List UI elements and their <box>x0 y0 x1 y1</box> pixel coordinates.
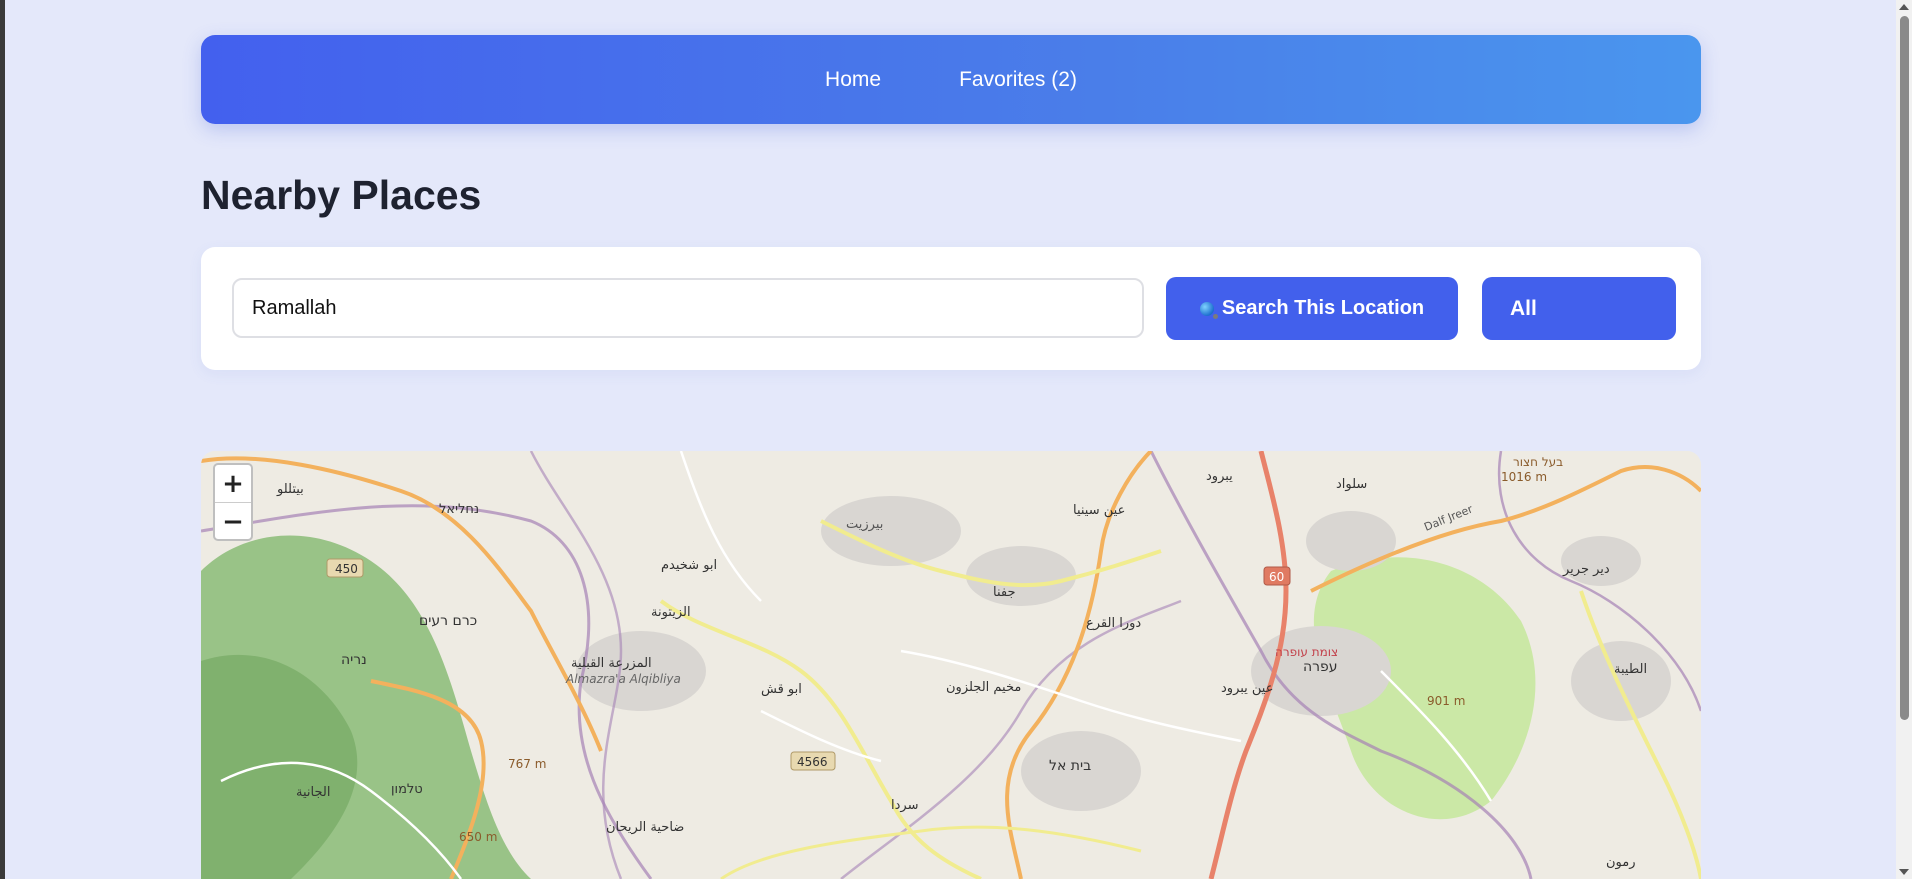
map-label: צומת עופרה <box>1275 645 1338 659</box>
road-shield-4566: 4566 <box>790 751 836 771</box>
zoom-in-button[interactable]: + <box>215 465 251 503</box>
map-label: 60 <box>1269 570 1284 584</box>
road-shield-60: 60 <box>1263 566 1291 586</box>
location-search-input[interactable] <box>232 278 1144 338</box>
map-label: 1016 m <box>1501 470 1547 484</box>
map-label: כרם רעים <box>419 613 477 629</box>
road-shield-450: 450 <box>326 558 364 578</box>
map-label: بيتللو <box>276 482 304 497</box>
top-navbar: Home Favorites (2) <box>201 35 1701 124</box>
map-label: בית אל <box>1049 758 1091 774</box>
map-label: Almazra'a Alqibliya <box>565 672 681 686</box>
map-label: 4566 <box>797 755 828 769</box>
map-label: ضاحية الريحان <box>606 820 684 835</box>
map-label: رمون <box>1606 855 1636 870</box>
scroll-up-arrow-icon[interactable] <box>1899 4 1909 10</box>
nav-favorites-link[interactable]: Favorites (2) <box>959 68 1077 92</box>
search-card: Search This Location All <box>201 247 1701 370</box>
map-zoom-control: + − <box>213 463 253 541</box>
map-label: 767 m <box>508 757 546 771</box>
page-scrollbar[interactable] <box>1896 0 1912 879</box>
map-label: الجانية <box>296 785 330 800</box>
map-label: בעל חצור <box>1513 455 1563 469</box>
map-label: عين سينيا <box>1073 503 1125 518</box>
globe-icon <box>1199 301 1218 319</box>
zoom-out-button[interactable]: − <box>215 503 251 540</box>
map-label: ابو شخيدم <box>661 558 717 573</box>
map-label: الطيبة <box>1614 662 1647 677</box>
category-filter-value: All <box>1510 297 1537 320</box>
scrollbar-thumb[interactable] <box>1900 16 1909 720</box>
search-location-button-label: Search This Location <box>1221 297 1425 319</box>
map-label: بيرزيت <box>846 517 883 532</box>
category-filter-select[interactable]: All <box>1482 277 1676 340</box>
map-view[interactable]: בית אל נחליאל כרם רעים נריה טלמון צומת ע… <box>201 451 1701 879</box>
map-label: عين يبرود <box>1221 681 1274 696</box>
map-label: 901 m <box>1427 694 1465 708</box>
page-title: Nearby Places <box>201 172 482 218</box>
map-label: دورا القرع <box>1086 616 1141 631</box>
map-label: נחליאל <box>439 502 479 517</box>
map-label: טלמון <box>391 782 423 797</box>
map-tiles: בית אל נחליאל כרם רעים נריה טלמון צומת ע… <box>201 451 1701 879</box>
map-label: ابو قش <box>761 682 802 697</box>
map-label: جفنا <box>993 585 1016 600</box>
map-label: נריה <box>341 652 367 668</box>
map-label: دير جرير <box>1562 562 1610 577</box>
map-label: 450 <box>335 562 358 576</box>
search-location-button[interactable]: Search This Location <box>1166 277 1458 340</box>
map-label: سلواد <box>1336 477 1367 492</box>
map-label: עפרה <box>1303 659 1338 675</box>
map-label: سردا <box>891 798 918 813</box>
map-label: الزيتونة <box>651 605 691 620</box>
map-label: 650 m <box>459 830 497 844</box>
map-label: المزرعة القبلية <box>571 656 652 671</box>
map-label: مخيم الجلزون <box>946 680 1021 695</box>
nav-home-link[interactable]: Home <box>825 68 881 92</box>
map-label: يبرود <box>1206 469 1233 484</box>
scroll-down-arrow-icon[interactable] <box>1899 869 1909 875</box>
